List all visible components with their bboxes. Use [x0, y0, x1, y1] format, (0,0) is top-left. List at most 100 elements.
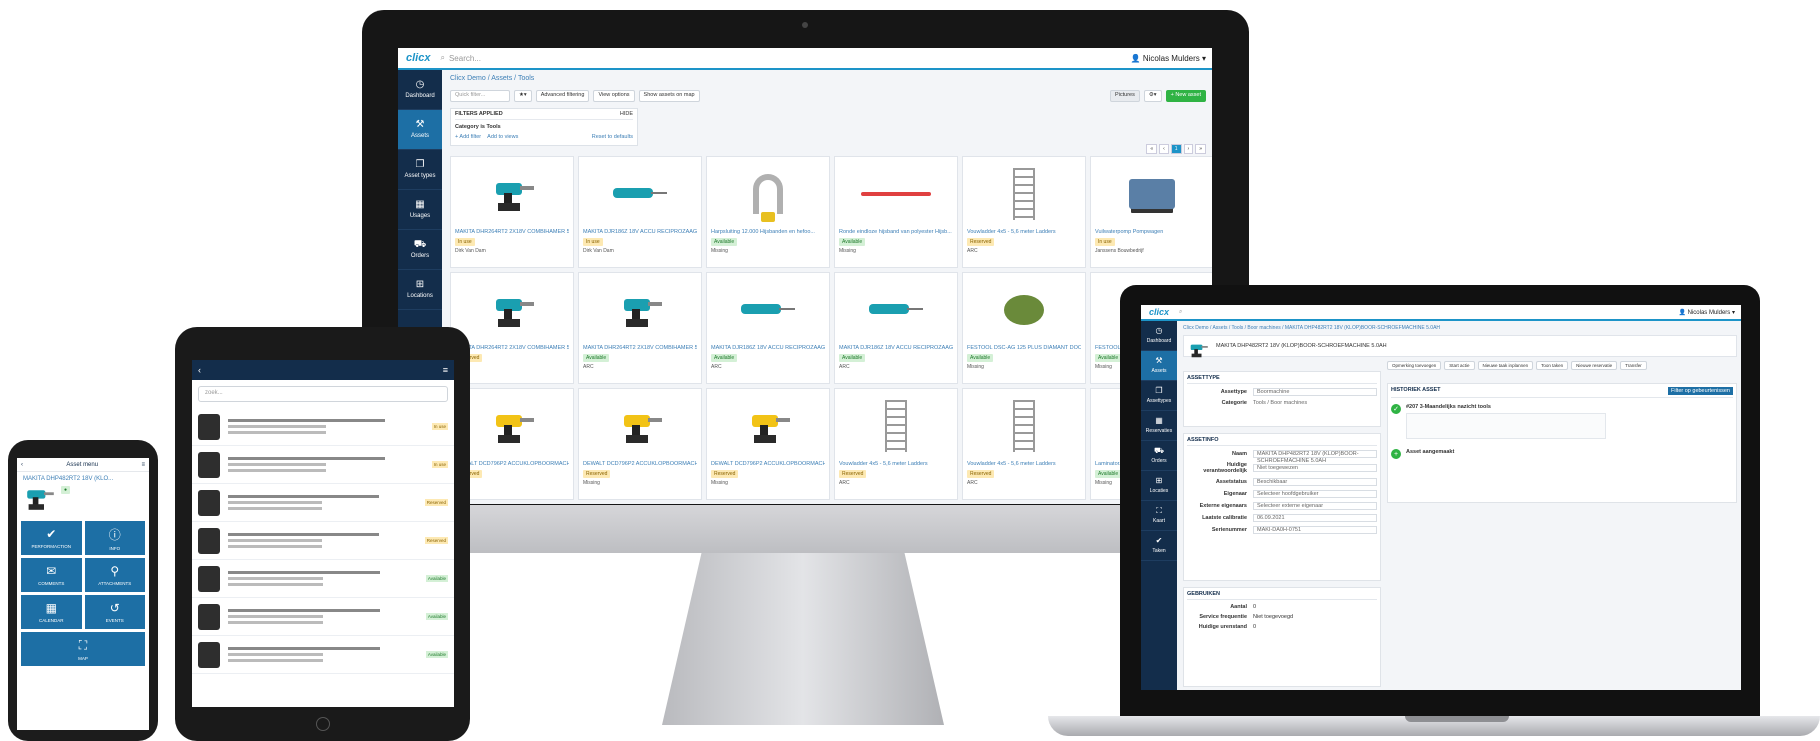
- breadcrumb[interactable]: Clicx Demo / Assets / Tools: [450, 75, 534, 82]
- tile-events[interactable]: ↺ EVENTS: [84, 595, 145, 629]
- back-icon[interactable]: ‹: [198, 365, 201, 375]
- list-item[interactable]: Reserved: [192, 522, 454, 560]
- action-1[interactable]: Start actie: [1444, 361, 1475, 370]
- asset-card[interactable]: DEWALT DCD796P2 ACCUKLOPBOORMACH... Reser…: [706, 388, 830, 500]
- asset-title[interactable]: DEWALT DCD796P2 ACCUKLOPBOORMACH...: [455, 461, 569, 467]
- field-input[interactable]: Selecteer externe eigenaar: [1253, 502, 1377, 510]
- action-2[interactable]: Nieuwe taak inplannen: [1477, 361, 1534, 370]
- asset-card[interactable]: Vouwladder 4x5 - 5,6 meter Ladders Reserv…: [962, 388, 1086, 500]
- asset-title[interactable]: DEWALT DCD796P2 ACCUKLOPBOORMACH...: [583, 461, 697, 467]
- show-on-map-button[interactable]: Show assets on map: [638, 90, 700, 102]
- add-filter-link[interactable]: + Add filter: [455, 134, 481, 140]
- new-asset-button[interactable]: + New asset: [1165, 90, 1206, 102]
- sidebar-item-reservaties[interactable]: ▦ Reservaties: [1141, 411, 1177, 441]
- menu-icon[interactable]: ≡: [443, 365, 448, 375]
- asset-card[interactable]: FESTOOL DSC-AG 125 PLUS DIAMANT DOOR... A…: [962, 272, 1086, 384]
- tablet-search-input[interactable]: zoek...: [198, 386, 448, 402]
- next-page-button[interactable]: ›: [1183, 144, 1194, 154]
- tile-attachments[interactable]: ⚲ ATTACHMENTS: [84, 558, 145, 592]
- sidebar-item-kaart[interactable]: ⛶ Kaart: [1141, 501, 1177, 531]
- asset-title[interactable]: Harpsluiting 12.000 Hijsbanden en hefoo.…: [711, 229, 825, 235]
- action-5[interactable]: Transfer: [1620, 361, 1647, 370]
- asset-title[interactable]: MAKITA DJR186Z 18V ACCU RECIPROZAAG B...: [711, 345, 825, 351]
- sidebar-item-dashboard[interactable]: ◷ Dashboard: [398, 70, 442, 110]
- asset-title[interactable]: DEWALT DCD796P2 ACCUKLOPBOORMACH...: [711, 461, 825, 467]
- sidebar-item-assettypes[interactable]: ❐ Assettypes: [1141, 381, 1177, 411]
- asset-card[interactable]: DEWALT DCD796P2 ACCUKLOPBOORMACH... Reser…: [578, 388, 702, 500]
- user-menu[interactable]: 👤 Nicolas Mulders ▾: [1678, 309, 1741, 316]
- asset-title[interactable]: FESTOOL DSC-AG 125 PLUS DIAMANT DOOR...: [967, 345, 1081, 351]
- settings-button[interactable]: ⚙▾: [1143, 90, 1162, 102]
- sidebar-item-locaties[interactable]: ⊞ Locaties: [1141, 471, 1177, 501]
- tile-calendar[interactable]: ▦ CALENDAR: [21, 595, 82, 629]
- advanced-filtering-button[interactable]: Advanced filtering: [535, 90, 590, 102]
- asset-card[interactable]: Vouwladder 4x5 - 5,6 meter Ladders Reserv…: [834, 388, 958, 500]
- tile-map[interactable]: ⛶ MAP: [21, 632, 145, 666]
- menu-icon[interactable]: ≡: [141, 462, 145, 468]
- list-item[interactable]: In use: [192, 446, 454, 484]
- list-item[interactable]: In use: [192, 408, 454, 446]
- sidebar-item-locations[interactable]: ⊞ Locations: [398, 270, 442, 310]
- app-logo[interactable]: clicx: [1141, 307, 1179, 317]
- list-item[interactable]: Reserved: [192, 484, 454, 522]
- assettype-select[interactable]: Boormachine: [1253, 388, 1377, 396]
- asset-title[interactable]: MAKITA DHR264RT2 2X18V COMBIHAMER 5...: [455, 345, 569, 351]
- action-3[interactable]: Toon taken: [1536, 361, 1569, 370]
- history-event-title[interactable]: #207 3-Maandelijks nazicht tools: [1406, 404, 1606, 410]
- user-menu[interactable]: 👤 Nicolas Mulders ▾: [1131, 54, 1212, 63]
- sidebar-item-dashboard[interactable]: ◷ Dashboard: [1141, 321, 1177, 351]
- field-input[interactable]: Selecteer hoofdgebruiker: [1253, 490, 1377, 498]
- list-item[interactable]: Available: [192, 636, 454, 674]
- prev-page-button[interactable]: ‹: [1159, 144, 1169, 154]
- field-input[interactable]: Niet toegewezen: [1253, 464, 1377, 472]
- active-filter[interactable]: Category is Tools: [455, 124, 633, 130]
- asset-title[interactable]: MAKITA DHR264RT2 2X18V COMBIHAMER 5...: [583, 345, 697, 351]
- sidebar-item-asset-types[interactable]: ❐ Asset types: [398, 150, 442, 190]
- list-item[interactable]: Available: [192, 560, 454, 598]
- asset-card[interactable]: Vouwladder 4x5 - 5,6 meter Ladders Reserv…: [962, 156, 1086, 268]
- list-item[interactable]: Available: [192, 598, 454, 636]
- asset-title[interactable]: Vouwladder 4x5 - 5,6 meter Ladders: [967, 229, 1081, 235]
- asset-title[interactable]: MAKITA DJR186Z 18V ACCU RECIPROZAAG B...: [583, 229, 697, 235]
- tile-performaction[interactable]: ✔ PERFORMACTION: [21, 521, 82, 555]
- history-filter-button[interactable]: Filter op gebeurtenissen: [1667, 387, 1733, 395]
- sidebar-item-assets[interactable]: ⚒ Assets: [398, 110, 442, 150]
- asset-title[interactable]: Vouwladder 4x5 - 5,6 meter Ladders: [967, 461, 1081, 467]
- quick-filter-input[interactable]: Quick filter...: [450, 90, 510, 102]
- first-page-button[interactable]: «: [1146, 144, 1158, 154]
- asset-card[interactable]: Harpsluiting 12.000 Hijsbanden en hefoo.…: [706, 156, 830, 268]
- field-input[interactable]: 06.09.2021: [1253, 514, 1377, 522]
- asset-card[interactable]: MAKITA DJR186Z 18V ACCU RECIPROZAAG B...…: [706, 272, 830, 384]
- asset-card[interactable]: MAKITA DJR186Z 18V ACCU RECIPROZAAG B...…: [834, 272, 958, 384]
- asset-title[interactable]: Vuilwaterpomp Pompwagen: [1095, 229, 1209, 235]
- current-page[interactable]: 1: [1170, 144, 1182, 154]
- asset-card[interactable]: MAKITA DHR264RT2 2X18V COMBIHAMER 5... In…: [450, 156, 574, 268]
- asset-title[interactable]: MAKITA DHR264RT2 2X18V COMBIHAMER 5...: [455, 229, 569, 235]
- asset-card[interactable]: MAKITA DJR186Z 18V ACCU RECIPROZAAG B...…: [578, 156, 702, 268]
- asset-card[interactable]: Vuilwaterpomp Pompwagen In use Janssens Bo…: [1090, 156, 1212, 268]
- search-box[interactable]: ⌕ Search...: [440, 53, 1130, 63]
- tile-info[interactable]: ⓘ INFO: [84, 521, 145, 555]
- view-toggle-button[interactable]: Pictures: [1110, 90, 1140, 102]
- action-0[interactable]: Opmerking toevoegen: [1387, 361, 1442, 370]
- sidebar-item-assets[interactable]: ⚒ Assets: [1141, 351, 1177, 381]
- field-input[interactable]: Beschikbaar: [1253, 478, 1377, 486]
- asset-card[interactable]: MAKITA DHR264RT2 2X18V COMBIHAMER 5... Av…: [578, 272, 702, 384]
- last-page-button[interactable]: »: [1195, 144, 1206, 154]
- view-options-button[interactable]: View options: [593, 90, 635, 102]
- breadcrumb[interactable]: Clicx Demo / Assets / Tools / Boor machi…: [1183, 325, 1440, 331]
- asset-card[interactable]: Ronde eindloze hijsband van polyester Hi…: [834, 156, 958, 268]
- sidebar-item-orders[interactable]: ⛟ Orders: [1141, 441, 1177, 471]
- action-4[interactable]: Nieuwe reservatie: [1571, 361, 1618, 370]
- field-input[interactable]: MAKI-DA0H-0751: [1253, 526, 1377, 534]
- app-logo[interactable]: clicx: [398, 52, 440, 64]
- back-icon[interactable]: ‹: [21, 462, 23, 468]
- search-box[interactable]: ⌕: [1179, 309, 1678, 316]
- favorites-button[interactable]: ★▾: [514, 90, 532, 102]
- sidebar-item-orders[interactable]: ⛟ Orders: [398, 230, 442, 270]
- asset-title[interactable]: Ronde eindloze hijsband van polyester Hi…: [839, 229, 953, 235]
- hide-filters-link[interactable]: HIDE: [620, 111, 633, 117]
- asset-title[interactable]: Vouwladder 4x5 - 5,6 meter Ladders: [839, 461, 953, 467]
- tile-comments[interactable]: ✉ COMMENTS: [21, 558, 82, 592]
- add-to-views-link[interactable]: Add to views: [487, 134, 518, 140]
